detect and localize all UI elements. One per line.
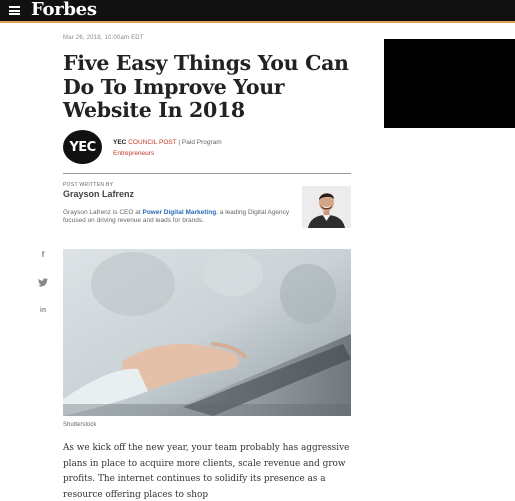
author-photo (302, 186, 351, 228)
advertisement-box[interactable] (384, 39, 515, 128)
hero-image-illustration (63, 249, 351, 416)
article-title: Five Easy Things You Can Do To Improve Y… (63, 51, 349, 122)
council-post-label[interactable]: COUNCIL POST (128, 139, 176, 146)
hamburger-menu-icon[interactable] (9, 6, 20, 15)
council-post-line: YEC COUNCIL POST | Paid Program (113, 139, 222, 146)
council-separator: | (178, 139, 181, 146)
hero-image (63, 249, 351, 416)
author-bio-prefix: Grayson Lafrenz is CEO at (63, 209, 141, 216)
linkedin-share-icon[interactable]: in (38, 306, 48, 316)
article-dateline: Mar 26, 2018, 10:00am EDT (63, 35, 144, 41)
top-nav-bar: Forbes (0, 0, 515, 21)
company-link[interactable]: Power Digital Marketing (142, 209, 216, 216)
twitter-share-icon[interactable] (38, 278, 48, 288)
yec-logo-text: YEC (69, 139, 96, 155)
forbes-logo[interactable]: Forbes (31, 0, 97, 20)
author-name[interactable]: Grayson Lafrenz (63, 189, 134, 199)
nav-accent-line (0, 21, 515, 23)
paid-program-label: Paid Program (181, 139, 222, 146)
post-written-by-label: POST WRITTEN BY (63, 182, 114, 188)
yec-logo[interactable]: YEC (63, 130, 102, 164)
author-photo-illustration (302, 186, 351, 228)
channel-link[interactable]: Entrepreneurs (113, 150, 154, 157)
twitter-bird-glyph (38, 278, 48, 287)
image-caption: Shutterstock (63, 422, 97, 428)
article-body: As we kick off the new year, your team p… (63, 443, 350, 500)
facebook-share-icon[interactable]: f (38, 250, 48, 260)
council-brand[interactable]: YEC (113, 139, 126, 146)
divider (63, 173, 351, 174)
author-bio: Grayson Lafrenz is CEO at Power Digital … (63, 209, 295, 225)
